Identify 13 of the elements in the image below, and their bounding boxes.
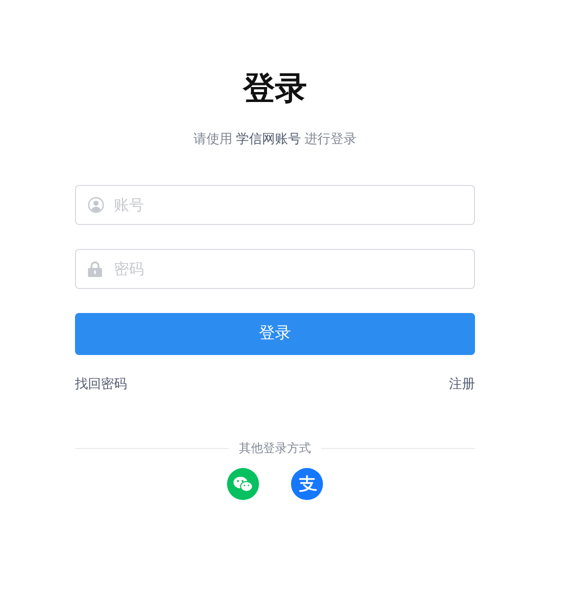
- user-icon: [88, 197, 104, 213]
- forgot-password-link[interactable]: 找回密码: [75, 375, 127, 393]
- page-title: 登录: [243, 69, 307, 108]
- password-field[interactable]: 密码: [75, 249, 475, 289]
- section-label: 其他登录方式: [239, 440, 311, 456]
- chat-login-button[interactable]: [226, 468, 258, 500]
- subtitle: 请使用 学信网账号 进行登录: [193, 130, 357, 148]
- chat-bubbles-icon: [232, 476, 252, 492]
- payment-login-button[interactable]: [290, 468, 322, 500]
- register-link[interactable]: 注册: [449, 375, 475, 393]
- lock-icon: [88, 261, 102, 277]
- payment-mark-icon: [296, 475, 316, 493]
- account-field[interactable]: 账号: [75, 185, 475, 225]
